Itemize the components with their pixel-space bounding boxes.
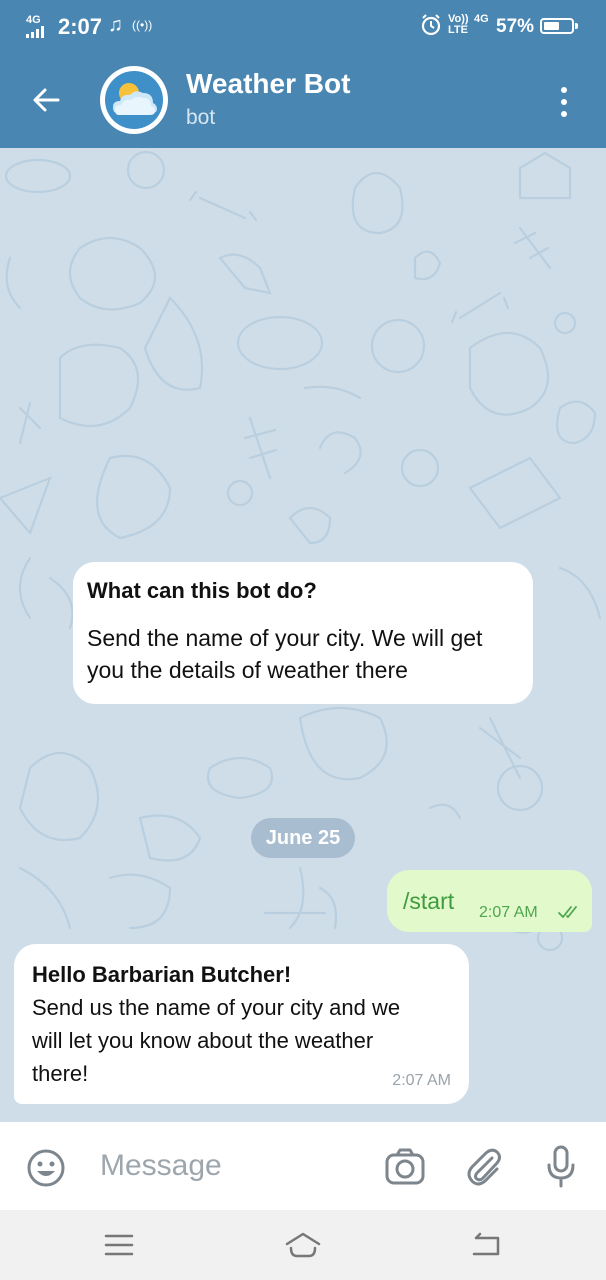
- alarm-icon: [421, 14, 441, 36]
- avatar[interactable]: [100, 66, 168, 134]
- message-text: /start: [403, 888, 455, 914]
- signal-icon: [26, 26, 44, 38]
- home-icon[interactable]: [283, 1228, 323, 1262]
- hotspot-icon: ((•)): [132, 18, 153, 32]
- chat-subtitle: bot: [186, 106, 216, 129]
- paperclip-icon[interactable]: [464, 1146, 504, 1188]
- message-input[interactable]: [100, 1144, 370, 1188]
- message-greeting: Hello Barbarian Butcher!: [32, 962, 292, 987]
- system-nav-bar: [0, 1210, 606, 1280]
- outgoing-message[interactable]: /start 2:07 AM: [387, 870, 592, 932]
- status-bar: 4G 2:07 ♫ ((•)) Vo)) LTE 4G 57%: [0, 0, 606, 54]
- camera-icon[interactable]: [384, 1147, 426, 1187]
- chat-area[interactable]: What can this bot do? Send the name of y…: [0, 148, 606, 1122]
- message-time: 2:07 AM: [392, 1072, 451, 1089]
- microphone-icon[interactable]: [544, 1144, 578, 1190]
- battery-icon: [540, 18, 578, 34]
- data-type: 4G: [474, 13, 489, 25]
- network-type: 4G: [26, 14, 41, 26]
- bot-info-line: you the details of weather there: [87, 657, 408, 683]
- clock: 2:07: [58, 14, 103, 39]
- message-time: 2:07 AM: [479, 904, 538, 921]
- bot-info-line: Send the name of your city. We will get: [87, 625, 483, 651]
- battery-percent: 57%: [496, 16, 535, 37]
- lte-label: LTE: [448, 24, 468, 36]
- message-line: there!: [32, 1061, 89, 1086]
- chat-title[interactable]: Weather Bot: [186, 68, 350, 100]
- more-vertical-icon[interactable]: [552, 82, 576, 122]
- arrow-left-icon[interactable]: [28, 82, 64, 118]
- bot-info-card: What can this bot do? Send the name of y…: [73, 562, 533, 704]
- chat-header: Weather Bot bot: [0, 54, 606, 148]
- cloud-sun-icon: [113, 83, 157, 115]
- message-line: Send us the name of your city and we: [32, 995, 401, 1020]
- nav-back-icon[interactable]: [466, 1228, 506, 1262]
- volte-indicator: Vo)) LTE: [448, 14, 469, 36]
- smiley-icon[interactable]: [26, 1148, 66, 1188]
- date-separator: June 25: [251, 818, 355, 858]
- music-note-icon: ♫: [108, 14, 123, 36]
- bot-info-description: Send the name of your city. We will get …: [87, 622, 519, 686]
- message-composer: [0, 1122, 606, 1210]
- incoming-message[interactable]: Hello Barbarian Butcher! Send us the nam…: [14, 944, 469, 1104]
- recents-icon[interactable]: [100, 1228, 140, 1262]
- message-line: will let you know about the weather: [32, 1028, 374, 1053]
- double-check-icon: [558, 906, 577, 918]
- bot-info-title: What can this bot do?: [87, 578, 317, 603]
